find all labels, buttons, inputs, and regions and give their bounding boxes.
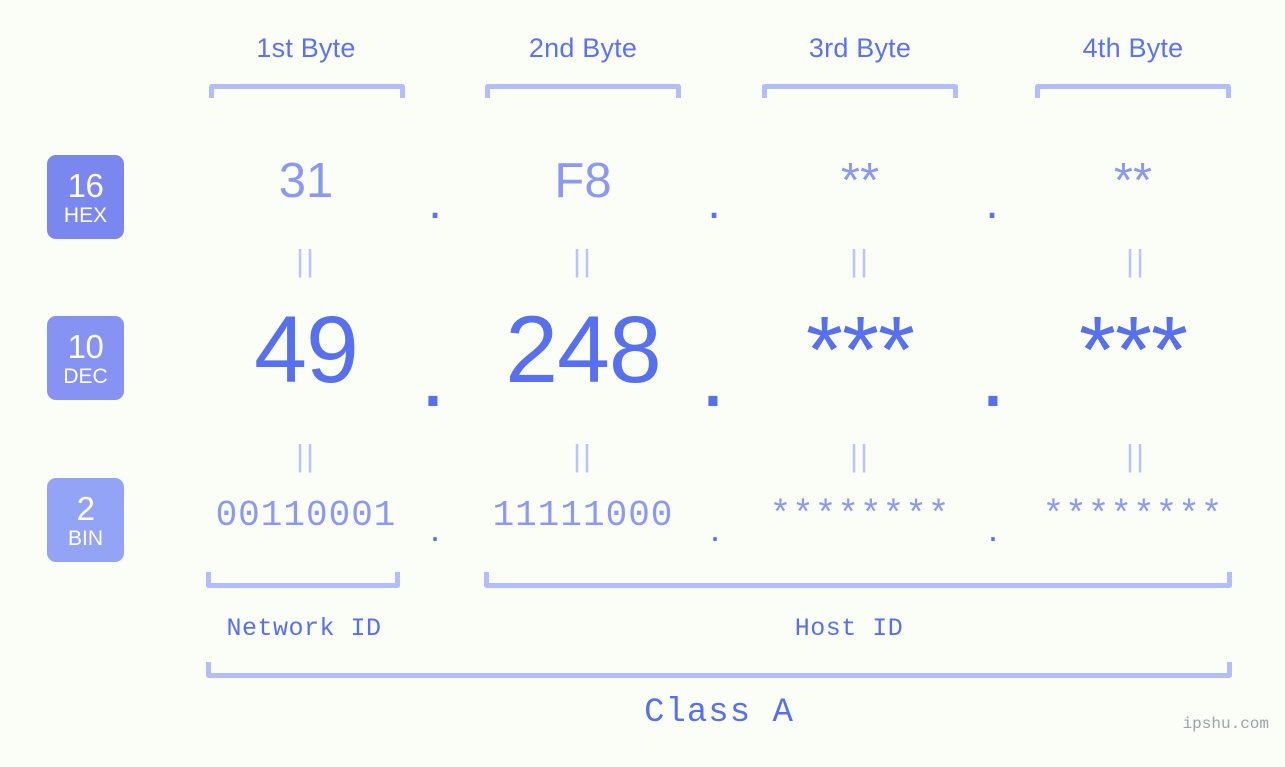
base-badge-dec-name: DEC <box>63 364 108 388</box>
dec-separator-1: . <box>419 321 447 427</box>
base-badge-dec: 10 DEC <box>47 316 124 400</box>
equality-mark-dec-bin-4: || <box>1125 438 1147 473</box>
ip-address-breakdown-diagram: 1st Byte 2nd Byte 3rd Byte 4th Byte 16 H… <box>0 0 1285 767</box>
base-badge-hex: 16 HEX <box>47 155 124 239</box>
byte-bracket-3 <box>762 84 958 98</box>
hex-separator-2: . <box>707 175 721 229</box>
base-badge-bin-number: 2 <box>76 489 95 527</box>
dec-byte-4: *** <box>1079 297 1188 403</box>
byte-bracket-4 <box>1035 84 1231 98</box>
bin-separator-1: . <box>429 508 440 549</box>
equality-mark-hex-dec-2: || <box>572 243 594 278</box>
dec-byte-2: 248 <box>505 297 662 403</box>
equality-mark-hex-dec-3: || <box>849 243 871 278</box>
class-label: Class A <box>644 694 794 732</box>
hex-byte-1: 31 <box>278 154 334 208</box>
hex-byte-2: F8 <box>554 154 612 208</box>
dec-separator-2: . <box>699 321 727 427</box>
host-id-label: Host ID <box>794 614 904 643</box>
bin-separator-2: . <box>709 508 720 549</box>
bin-byte-1: 00110001 <box>215 495 397 536</box>
base-badge-hex-name: HEX <box>63 203 108 227</box>
hex-byte-3: ** <box>840 154 880 208</box>
equality-mark-hex-dec-1: || <box>295 243 317 278</box>
byte-header-1: 1st Byte <box>256 33 356 63</box>
dec-byte-1: 49 <box>254 297 359 403</box>
network-id-label: Network ID <box>226 614 382 643</box>
byte-header-4: 4th Byte <box>1082 33 1184 63</box>
base-badge-hex-number: 16 <box>67 166 104 204</box>
base-badge-bin-name: BIN <box>67 526 103 550</box>
byte-bracket-2 <box>485 84 681 98</box>
byte-header-3: 3rd Byte <box>808 33 912 63</box>
site-watermark: ipshu.com <box>1182 715 1269 733</box>
bin-byte-3: ******** <box>769 495 951 536</box>
base-badge-dec-number: 10 <box>67 327 104 365</box>
byte-bracket-1 <box>209 84 405 98</box>
class-bracket <box>206 662 1232 678</box>
bin-byte-2: 11111000 <box>492 495 674 536</box>
bin-byte-4: ******** <box>1042 495 1224 536</box>
equality-mark-dec-bin-2: || <box>572 438 594 473</box>
equality-mark-dec-bin-3: || <box>849 438 871 473</box>
base-badge-bin: 2 BIN <box>47 478 124 562</box>
bin-separator-3: . <box>987 508 998 549</box>
hex-byte-4: ** <box>1113 154 1153 208</box>
network-id-bracket <box>206 572 400 588</box>
host-id-bracket <box>484 572 1232 588</box>
dec-byte-3: *** <box>806 297 915 403</box>
hex-separator-3: . <box>985 175 999 229</box>
hex-separator-1: . <box>428 175 442 229</box>
equality-mark-dec-bin-1: || <box>295 438 317 473</box>
equality-mark-hex-dec-4: || <box>1125 243 1147 278</box>
byte-header-2: 2nd Byte <box>528 33 638 63</box>
